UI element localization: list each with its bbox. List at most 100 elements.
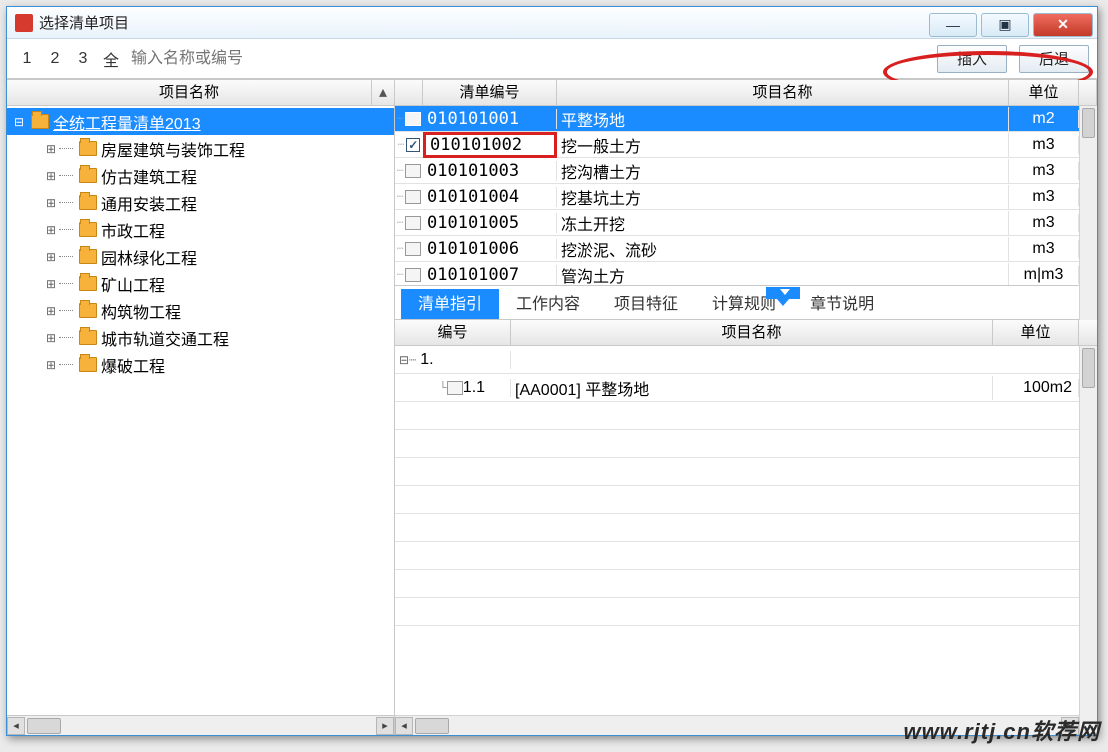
scroll-thumb[interactable] [1082, 348, 1095, 388]
dcol-unit[interactable]: 单位 [993, 320, 1079, 345]
filter-2-button[interactable]: 2 [43, 46, 67, 72]
tree[interactable]: ⊟ 全统工程量清单2013 ⊞房屋建筑与装饰工程⊞仿古建筑工程⊞通用安装工程⊞市… [7, 106, 394, 715]
row-icon [405, 190, 421, 204]
detail-grid: 编号 项目名称 单位 ⊟┈1. └ 1.1[AA0001] 平整场地100m2 ◂… [395, 320, 1097, 735]
tree-item[interactable]: ⊞通用安装工程 [7, 189, 394, 216]
tree-header: 项目名称 ▴ [7, 80, 394, 106]
tree-item[interactable]: ⊞市政工程 [7, 216, 394, 243]
tree-item-label: 城市轨道交通工程 [101, 326, 229, 350]
tab-feature[interactable]: 项目特征 [597, 289, 695, 319]
tree-item-label: 仿古建筑工程 [101, 164, 197, 188]
window-buttons: — ▣ ✕ [929, 9, 1097, 37]
empty-row [395, 402, 1097, 430]
col-icon [395, 80, 423, 105]
filter-1-button[interactable]: 1 [15, 46, 39, 72]
tree-item[interactable]: ⊞房屋建筑与装饰工程 [7, 135, 394, 162]
expand-icon[interactable]: ⊞ [43, 223, 59, 237]
tree-item[interactable]: ⊞ 城市轨道交通工程 [7, 324, 394, 351]
cell-name: 挖基坑土方 [557, 185, 1009, 209]
tree-item-label: 构筑物工程 [101, 299, 181, 323]
collapse-icon[interactable]: ⊟ [11, 115, 27, 129]
cell-num: └ 1.1 [395, 379, 511, 397]
empty-row [395, 486, 1097, 514]
tree-item[interactable]: ⊞ 仿古建筑工程 [7, 162, 394, 189]
grid-row[interactable]: ┈010101003挖沟槽土方m3 [395, 158, 1097, 184]
expand-icon[interactable]: ⊞ [43, 277, 59, 291]
scroll-left-icon[interactable]: ◂ [7, 717, 25, 735]
col-code[interactable]: 清单编号 [423, 80, 557, 105]
tree-root-label: 全统工程量清单2013 [53, 110, 201, 134]
grid-row[interactable]: ┈✓010101002挖一般土方m3 [395, 132, 1097, 158]
tree-item[interactable]: ⊞矿山工程 [7, 270, 394, 297]
grid-row[interactable]: ┈010101006挖淤泥、流砂m3 [395, 236, 1097, 262]
scroll-right-icon[interactable]: ▸ [376, 717, 394, 735]
tab-chapter[interactable]: 章节说明 [793, 289, 891, 319]
dcol-num[interactable]: 编号 [395, 320, 511, 345]
col-unit[interactable]: 单位 [1009, 80, 1079, 105]
detail-row[interactable]: ⊟┈1. [395, 346, 1097, 374]
items-grid-body[interactable]: ┈010101001平整场地m2┈✓010101002挖一般土方m3┈01010… [395, 106, 1097, 285]
tree-item[interactable]: ⊞爆破工程 [7, 351, 394, 378]
grid-row[interactable]: ┈010101007管沟土方m|m3 [395, 262, 1097, 285]
detail-row[interactable]: └ 1.1[AA0001] 平整场地100m2 [395, 374, 1097, 402]
back-button[interactable]: 后退 [1019, 45, 1089, 73]
tree-header-arrow-icon[interactable]: ▴ [372, 80, 394, 105]
checkbox-icon[interactable]: ✓ [406, 138, 420, 152]
cell-code: 010101002 [423, 132, 557, 158]
tree-item[interactable]: ⊞ 园林绿化工程 [7, 243, 394, 270]
grid-row[interactable]: ┈010101005冻土开挖m3 [395, 210, 1097, 236]
expand-icon[interactable]: ⊞ [43, 169, 59, 183]
cell-code: 010101001 [423, 109, 557, 129]
tab-work[interactable]: 工作内容 [499, 289, 597, 319]
expand-icon[interactable]: ⊞ [43, 304, 59, 318]
detail-vscrollbar[interactable] [1079, 346, 1097, 715]
close-button[interactable]: ✕ [1033, 13, 1093, 37]
tree-item[interactable]: ⊞ 构筑物工程 [7, 297, 394, 324]
cell-code: 010101005 [423, 213, 557, 233]
toolbar: 1 2 3 全 插入 后退 [7, 39, 1097, 79]
cell-unit: m|m3 [1009, 266, 1079, 284]
cell-unit: m3 [1009, 188, 1079, 206]
tab-guide[interactable]: 清单指引 [401, 289, 499, 319]
expand-icon[interactable]: ⊞ [43, 331, 59, 345]
cell-unit: m3 [1009, 136, 1079, 154]
maximize-button[interactable]: ▣ [981, 13, 1029, 37]
scroll-thumb[interactable] [415, 718, 449, 734]
col-name[interactable]: 项目名称 [557, 80, 1009, 105]
cell-icon: ┈ [395, 112, 423, 126]
expand-icon[interactable]: ⊞ [43, 250, 59, 264]
tab-rule[interactable]: 计算规则 [695, 289, 793, 319]
window-title: 选择清单项目 [39, 12, 929, 33]
items-grid-header: 清单编号 项目名称 单位 [395, 80, 1097, 106]
dcol-name[interactable]: 项目名称 [511, 320, 993, 345]
scroll-thumb[interactable] [1082, 108, 1095, 138]
titlebar: 选择清单项目 — ▣ ✕ [7, 7, 1097, 39]
folder-icon [79, 195, 97, 210]
cell-unit: m3 [1009, 214, 1079, 232]
expand-icon[interactable]: ⊞ [43, 196, 59, 210]
search-input[interactable] [127, 45, 377, 73]
items-grid: 清单编号 项目名称 单位 ┈010101001平整场地m2┈✓010101002… [395, 80, 1097, 286]
tree-item-label: 园林绿化工程 [101, 245, 197, 269]
filter-all-button[interactable]: 全 [99, 46, 123, 72]
empty-row [395, 598, 1097, 626]
dialog-window: 选择清单项目 — ▣ ✕ 1 2 3 全 插入 后退 项目名称 ▴ ⊟ [6, 6, 1098, 736]
grid-row[interactable]: ┈010101004挖基坑土方m3 [395, 184, 1097, 210]
tree-hscrollbar[interactable]: ◂ ▸ [7, 715, 394, 735]
folder-icon [79, 303, 97, 318]
scroll-left-icon[interactable]: ◂ [395, 717, 413, 735]
scroll-thumb[interactable] [27, 718, 61, 734]
detail-grid-body[interactable]: ⊟┈1. └ 1.1[AA0001] 平整场地100m2 [395, 346, 1097, 735]
cell-name: 挖一般土方 [557, 133, 1009, 157]
folder-icon [31, 114, 49, 129]
filter-3-button[interactable]: 3 [71, 46, 95, 72]
cell-icon: ┈✓ [395, 138, 423, 152]
expand-icon[interactable]: ⊞ [43, 142, 59, 156]
minimize-button[interactable]: — [929, 13, 977, 37]
grid-row[interactable]: ┈010101001平整场地m2 [395, 106, 1097, 132]
cell-num: ⊟┈1. [395, 351, 511, 369]
insert-button[interactable]: 插入 [937, 45, 1007, 73]
tree-root[interactable]: ⊟ 全统工程量清单2013 [7, 108, 394, 135]
cell-name: 平整场地 [557, 107, 1009, 131]
expand-icon[interactable]: ⊞ [43, 358, 59, 372]
